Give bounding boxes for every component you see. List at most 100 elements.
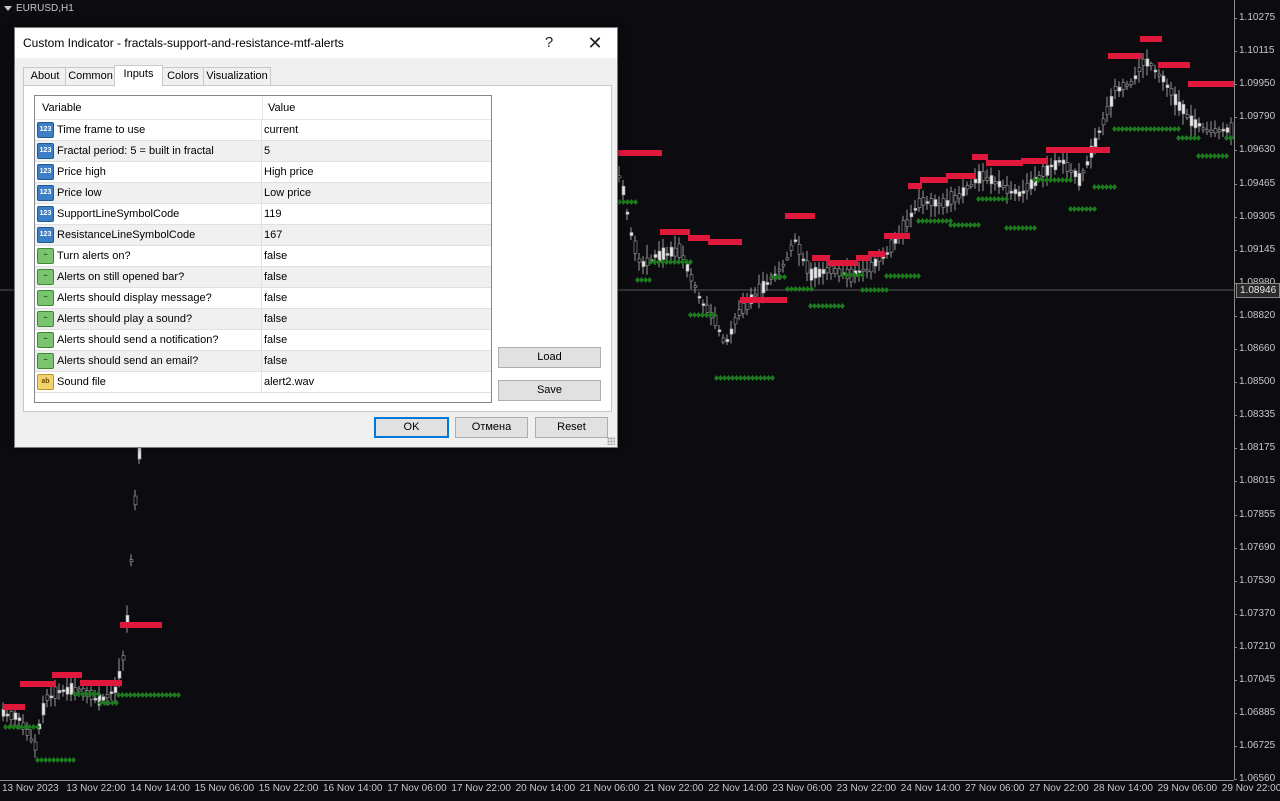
param-value[interactable]: alert2.wav <box>264 376 314 388</box>
param-row[interactable]: ~ Alerts on still opened bar? false <box>35 267 491 288</box>
param-variable: SupportLineSymbolCode <box>57 208 180 220</box>
param-row[interactable]: ~ Alerts should play a sound? false <box>35 309 491 330</box>
load-button[interactable]: Load <box>498 347 601 368</box>
candle-body <box>5 713 10 717</box>
cancel-button[interactable]: Отмена <box>455 417 528 438</box>
param-variable: Turn alerts on? <box>57 250 131 262</box>
param-value[interactable]: current <box>264 124 298 136</box>
resize-grip[interactable] <box>607 437 615 445</box>
save-button[interactable]: Save <box>498 380 601 401</box>
candle-body <box>705 304 710 313</box>
resistance-level <box>856 255 870 261</box>
param-value[interactable]: 5 <box>264 145 270 157</box>
candle-body <box>889 239 894 253</box>
candle-body <box>1149 63 1154 67</box>
tab-visualization[interactable]: Visualization <box>203 67 271 85</box>
time-tick-label: 29 Nov 22:00 <box>1221 783 1280 794</box>
param-row[interactable]: 123 Time frame to use current <box>35 120 491 141</box>
candle-body <box>789 244 794 251</box>
candle-body <box>729 328 734 335</box>
symbol-dropdown-icon[interactable] <box>4 6 12 11</box>
param-value[interactable]: Low price <box>264 187 311 199</box>
candle-body <box>813 267 818 279</box>
param-row[interactable]: 123 Fractal period: 5 = built in fractal 5 <box>35 141 491 162</box>
candle-body <box>861 268 866 272</box>
price-tick-label: 1.08335 <box>1233 409 1276 421</box>
param-value[interactable]: false <box>264 313 287 325</box>
time-tick-label: 17 Nov 06:00 <box>387 783 447 794</box>
column-header-value[interactable]: Value <box>268 102 295 114</box>
candle-body <box>801 258 806 262</box>
tab-common[interactable]: Common <box>65 67 116 85</box>
param-row[interactable]: ~ Alerts should send a notification? false <box>35 330 491 351</box>
time-tick-label: 15 Nov 06:00 <box>194 783 255 794</box>
candle-body <box>833 268 838 274</box>
column-header-variable[interactable]: Variable <box>42 102 82 114</box>
param-value[interactable]: 167 <box>264 229 282 241</box>
param-variable: ResistanceLineSymbolCode <box>57 229 196 241</box>
candle-body <box>1217 129 1222 133</box>
tab-inputs[interactable]: Inputs <box>114 65 163 86</box>
candle-body <box>1105 105 1110 116</box>
boolean-param-icon: ~ <box>37 332 54 348</box>
time-tick-label: 23 Nov 22:00 <box>836 783 897 794</box>
tab-about[interactable]: About <box>23 67 67 85</box>
help-button[interactable]: ? <box>535 33 563 53</box>
close-button[interactable]: ✕ <box>581 33 609 53</box>
candle-body <box>693 285 698 288</box>
param-value[interactable]: false <box>264 355 287 367</box>
resistance-level <box>908 183 922 189</box>
support-marker <box>633 199 638 205</box>
candle-body <box>617 175 622 179</box>
dialog-titlebar[interactable]: Custom Indicator - fractals-support-and-… <box>15 28 617 58</box>
time-tick-label: 21 Nov 06:00 <box>579 783 640 794</box>
ok-button[interactable]: OK <box>374 417 449 438</box>
candle-body <box>721 337 726 343</box>
param-value[interactable]: false <box>264 271 287 283</box>
candle-body <box>1121 82 1126 90</box>
candle-body <box>1041 166 1046 177</box>
candle-body <box>13 712 18 720</box>
param-row[interactable]: 123 SupportLineSymbolCode 119 <box>35 204 491 225</box>
resistance-level <box>785 213 815 219</box>
candle-body <box>917 198 922 208</box>
candle-body <box>997 180 1002 188</box>
candle-body <box>1057 160 1062 163</box>
param-row[interactable]: ab Sound file alert2.wav <box>35 372 491 393</box>
candle-body <box>1101 118 1106 126</box>
param-value[interactable]: false <box>264 292 287 304</box>
param-value[interactable]: 119 <box>264 208 282 220</box>
candle-body <box>57 690 62 694</box>
price-tick-label: 1.07045 <box>1233 674 1276 685</box>
price-axis[interactable]: 1.10275 1.10115 1.09950 1.09790 1.09630 1.094… <box>1233 0 1280 784</box>
time-axis[interactable]: 13 Nov 2023 13 Nov 22:00 14 Nov 14:00 15 No… <box>0 780 1280 801</box>
candle-body <box>1065 162 1070 172</box>
candle-body <box>869 262 874 273</box>
param-variable: Alerts should send a notification? <box>57 334 219 346</box>
candle-body <box>1157 73 1162 77</box>
param-row[interactable]: ~ Turn alerts on? false <box>35 246 491 267</box>
param-row[interactable]: 123 ResistanceLineSymbolCode 167 <box>35 225 491 246</box>
resistance-level <box>972 154 988 160</box>
price-tick-label: 1.07210 <box>1233 640 1276 652</box>
param-value[interactable]: High price <box>264 166 314 178</box>
tab-colors[interactable]: Colors <box>161 67 205 85</box>
param-row[interactable]: 123 Price low Low price <box>35 183 491 204</box>
param-row[interactable]: 123 Price high High price <box>35 162 491 183</box>
param-variable: Alerts on still opened bar? <box>57 271 185 283</box>
candle-body <box>1085 161 1090 166</box>
candle-body <box>1221 128 1226 132</box>
param-value[interactable]: false <box>264 334 287 346</box>
support-marker <box>884 287 889 293</box>
param-variable: Alerts should send an email? <box>57 355 199 367</box>
reset-button[interactable]: Reset <box>535 417 608 438</box>
chart-symbol-label: EURUSD,H1 <box>4 3 74 14</box>
param-row[interactable]: ~ Alerts should display message? false <box>35 288 491 309</box>
param-value[interactable]: false <box>264 250 287 262</box>
param-row[interactable]: ~ Alerts should send an email? false <box>35 351 491 372</box>
resistance-level <box>1108 53 1142 59</box>
param-variable: Fractal period: 5 = built in fractal <box>57 145 214 157</box>
param-variable: Alerts should play a sound? <box>57 313 193 325</box>
support-marker <box>782 274 787 280</box>
candle-body <box>1049 164 1054 168</box>
